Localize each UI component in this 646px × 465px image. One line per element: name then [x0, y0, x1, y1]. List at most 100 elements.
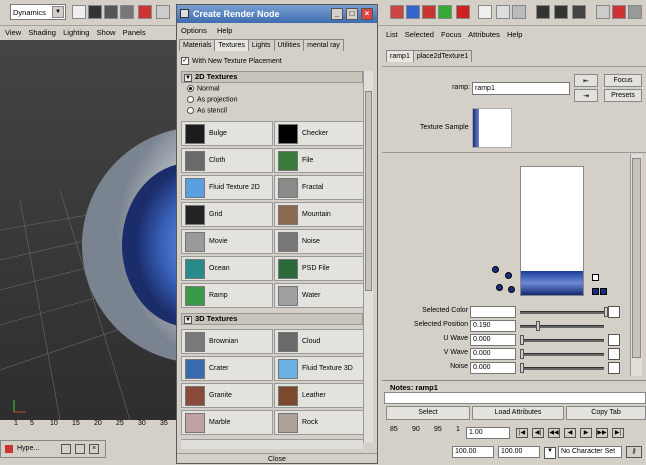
node-leather-button[interactable]: Leather: [274, 383, 366, 408]
node-ramp-button[interactable]: Ramp: [181, 283, 273, 308]
tab-mental-ray[interactable]: mental ray: [303, 39, 344, 51]
ramp-color-entry-handle[interactable]: [492, 266, 499, 273]
texture-placement-checkbox[interactable]: ✓ With New Texture Placement: [181, 57, 371, 69]
tab-textures[interactable]: Textures: [214, 39, 249, 51]
map-texture-icon[interactable]: [608, 362, 620, 374]
attr-slider[interactable]: [520, 306, 608, 318]
slider-knob[interactable]: [520, 363, 524, 373]
ramp-color-entry-handle[interactable]: [505, 272, 512, 279]
input-icon[interactable]: [512, 5, 526, 19]
scrollbar-thumb[interactable]: [632, 158, 641, 358]
close-icon[interactable]: ×: [89, 444, 99, 454]
step-forward-icon[interactable]: ▶▶: [596, 428, 608, 438]
3d-viewport[interactable]: [0, 40, 176, 420]
clapper-ipr-icon[interactable]: [554, 5, 568, 19]
node-fluid-texture-2d-button[interactable]: Fluid Texture 2D: [181, 175, 273, 200]
render-icon[interactable]: [88, 5, 102, 19]
node-brownian-button[interactable]: Brownian: [181, 329, 273, 354]
menu-list[interactable]: List: [386, 30, 398, 39]
menu-panels[interactable]: Panels: [123, 28, 146, 37]
tab-ramp1[interactable]: ramp1: [386, 50, 414, 62]
time-slider[interactable]: 1 5 10 15 20 25 30 35: [0, 420, 176, 440]
menu-focus[interactable]: Focus: [441, 30, 461, 39]
attr-slider[interactable]: [520, 362, 604, 374]
hypershade-minimized-window[interactable]: Hype... ×: [0, 440, 106, 458]
copy-tab-button[interactable]: Copy Tab: [566, 406, 646, 420]
go-to-start-icon[interactable]: |◀: [516, 428, 528, 438]
ramp-editor[interactable]: [520, 166, 584, 296]
map-texture-icon[interactable]: [608, 306, 620, 318]
attr-slider[interactable]: [520, 348, 604, 360]
scrollbar-thumb[interactable]: [365, 91, 372, 291]
node-granite-button[interactable]: Granite: [181, 383, 273, 408]
attr-slider[interactable]: [520, 334, 604, 346]
select-tool-icon[interactable]: [390, 5, 404, 19]
map-texture-icon[interactable]: [608, 348, 620, 360]
node-movie-button[interactable]: Movie: [181, 229, 273, 254]
menu-lighting[interactable]: Lighting: [63, 28, 89, 37]
tab-place2dtexture1[interactable]: place2dTexture1: [412, 50, 473, 62]
node-marble-button[interactable]: Marble: [181, 410, 273, 435]
minimize-icon[interactable]: _: [331, 8, 343, 20]
menu-show[interactable]: Show: [97, 28, 116, 37]
ramp-color-entry-handle[interactable]: [508, 286, 515, 293]
node-psd-file-button[interactable]: PSD File: [274, 256, 366, 281]
node-water-button[interactable]: Water: [274, 283, 366, 308]
menu-help[interactable]: Help: [217, 26, 232, 35]
character-set-field[interactable]: No Character Set: [558, 446, 622, 458]
chevron-down-icon[interactable]: ▼: [544, 447, 556, 459]
radio-as-projection[interactable]: As projection: [187, 96, 237, 103]
window-title-bar[interactable]: Create Render Node _ □ ×: [177, 5, 377, 23]
menu-view[interactable]: View: [5, 28, 21, 37]
magnet-icon[interactable]: [456, 5, 470, 19]
radio-as-stencil[interactable]: As stencil: [187, 107, 227, 114]
attr-value-field[interactable]: 0.190: [470, 320, 516, 332]
menu-shading[interactable]: Shading: [28, 28, 56, 37]
node-checker-button[interactable]: Checker: [274, 121, 366, 146]
outliner-icon[interactable]: [156, 5, 170, 19]
ramp-delete-handle[interactable]: [592, 274, 599, 281]
node-fluid-texture-3d-button[interactable]: Fluid Texture 3D: [274, 356, 366, 381]
close-button[interactable]: Close: [177, 453, 377, 465]
menu-attributes[interactable]: Attributes: [468, 30, 500, 39]
tool-icon-b[interactable]: [628, 5, 642, 19]
node-noise-button[interactable]: Noise: [274, 229, 366, 254]
go-input-button[interactable]: ⇤: [574, 74, 598, 87]
node-cloth-button[interactable]: Cloth: [181, 148, 273, 173]
radio-normal[interactable]: Normal: [187, 85, 220, 92]
attr-value-field[interactable]: 0.000: [470, 334, 516, 346]
map-texture-icon[interactable]: [608, 334, 620, 346]
play-forward-icon[interactable]: ▶: [580, 428, 592, 438]
lasso-icon[interactable]: [406, 5, 420, 19]
go-output-button[interactable]: ⇥: [574, 89, 598, 102]
play-back-icon[interactable]: ◀: [564, 428, 576, 438]
tab-lights[interactable]: Lights: [247, 39, 275, 51]
node-bulge-button[interactable]: Bulge: [181, 121, 273, 146]
ramp-color-entry-handle[interactable]: [496, 284, 503, 291]
current-frame-field[interactable]: 1.00: [466, 427, 510, 439]
range-end-field[interactable]: 100.00: [498, 446, 540, 458]
mode-selector[interactable]: Dynamics ▼: [10, 4, 66, 20]
attr-slider[interactable]: [520, 320, 604, 332]
ramp-name-input[interactable]: ramp1: [472, 82, 570, 95]
step-back-icon[interactable]: ◀◀: [548, 428, 560, 438]
selected-color-swatch[interactable]: [470, 306, 516, 318]
tab-utilities[interactable]: Utilities: [273, 39, 305, 51]
sb-icon[interactable]: [596, 5, 610, 19]
node-fractal-button[interactable]: Fractal: [274, 175, 366, 200]
history-icon[interactable]: [478, 5, 492, 19]
select-button[interactable]: Select: [386, 406, 470, 420]
render-globals-icon[interactable]: [572, 5, 586, 19]
close-icon[interactable]: ×: [361, 8, 373, 20]
maximize-icon[interactable]: □: [346, 8, 358, 20]
slider-knob[interactable]: [536, 321, 540, 331]
node-rock-button[interactable]: Rock: [274, 410, 366, 435]
node-crater-button[interactable]: Crater: [181, 356, 273, 381]
ramp-position-handle[interactable]: [600, 288, 607, 295]
range-start-field[interactable]: 100.00: [452, 446, 494, 458]
node-mountain-button[interactable]: Mountain: [274, 202, 366, 227]
crn-horizontal-scrollbar[interactable]: [181, 439, 363, 449]
go-to-end-icon[interactable]: ▶|: [612, 428, 624, 438]
menu-selected[interactable]: Selected: [405, 30, 434, 39]
key-icon[interactable]: ⚷: [626, 446, 642, 458]
